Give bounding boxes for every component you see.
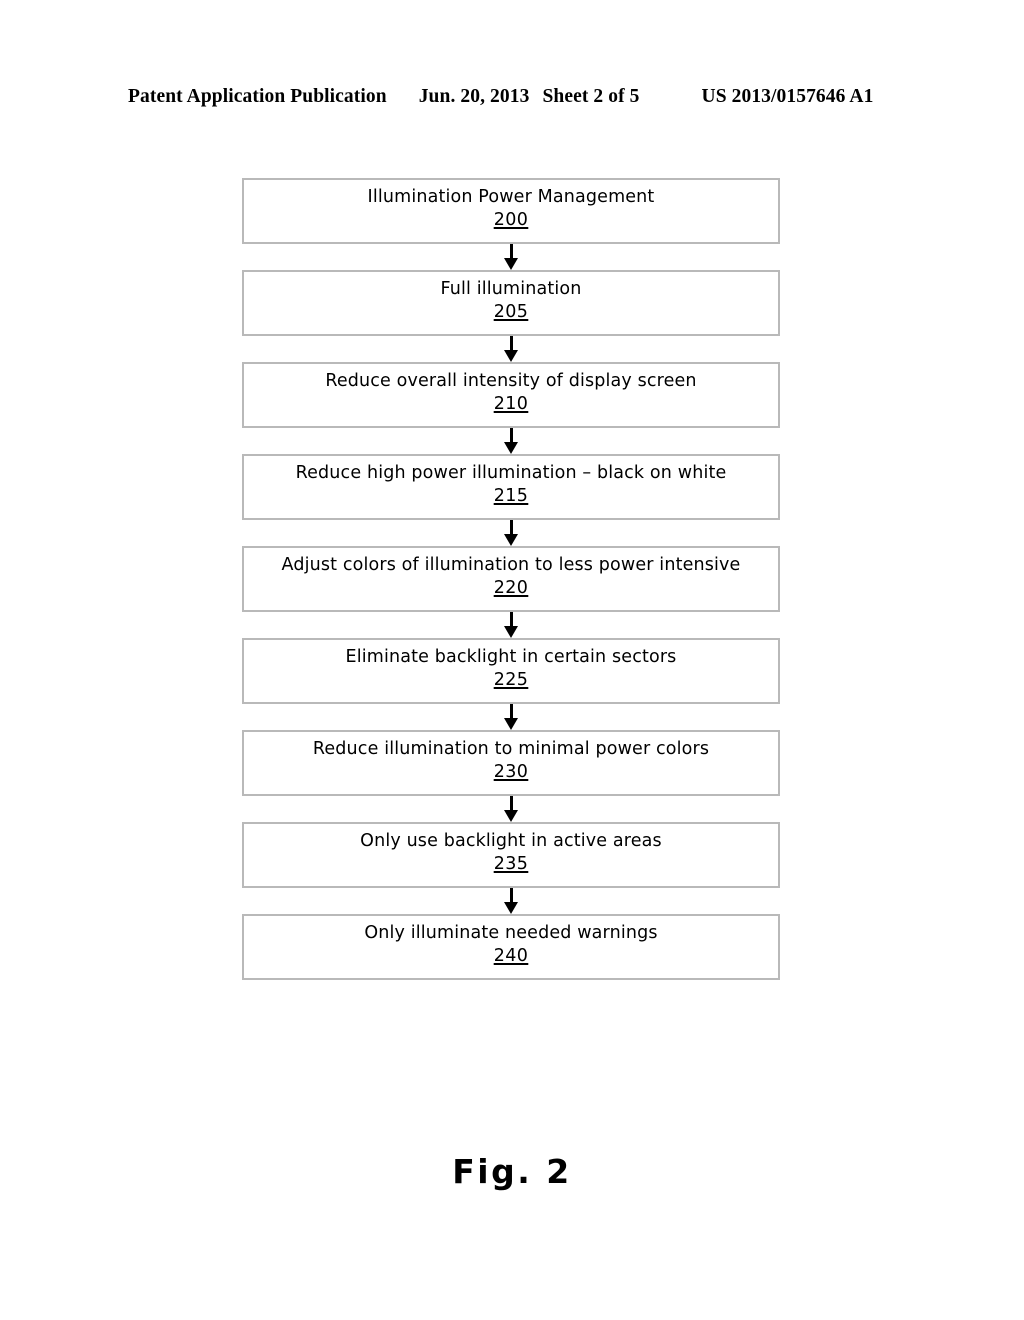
flowchart-step: Eliminate backlight in certain sectors 22… xyxy=(242,638,780,704)
flowchart-step: Illumination Power Management 200 xyxy=(242,178,780,244)
flowchart-node-label: Full illumination xyxy=(440,279,582,299)
flowchart-diagram: Illumination Power Management 200 Full ill… xyxy=(242,178,780,980)
flowchart-arrow-connector xyxy=(242,244,780,270)
arrow-down-icon xyxy=(504,626,518,638)
flowchart-step: Full illumination 205 xyxy=(242,270,780,336)
header-publication-title: Patent Application Publication xyxy=(128,86,387,107)
flowchart-arrow-connector xyxy=(242,796,780,822)
flowchart-node-label: Only use backlight in active areas xyxy=(360,831,662,851)
flowchart-node-label: Illumination Power Management xyxy=(367,187,655,207)
flowchart-step: Reduce illumination to minimal power col… xyxy=(242,730,780,796)
arrow-down-icon xyxy=(504,810,518,822)
flowchart-node-label: Adjust colors of illumination to less po… xyxy=(281,555,741,575)
flowchart-arrow-connector xyxy=(242,888,780,914)
flowchart-node-200: Illumination Power Management 200 xyxy=(242,178,780,244)
flowchart-node-reference-number: 210 xyxy=(493,394,529,414)
arrow-down-icon xyxy=(504,718,518,730)
flowchart-node-240: Only illuminate needed warnings 240 xyxy=(242,914,780,980)
flowchart-node-label: Reduce overall intensity of display scre… xyxy=(325,371,697,391)
flowchart-node-label: Only illuminate needed warnings xyxy=(364,923,658,943)
page-header: Patent Application Publication Jun. 20, … xyxy=(128,86,896,112)
flowchart-node-reference-number: 225 xyxy=(493,670,529,690)
arrow-down-icon xyxy=(504,902,518,914)
flowchart-node-reference-number: 230 xyxy=(493,762,529,782)
flowchart-node-210: Reduce overall intensity of display scre… xyxy=(242,362,780,428)
flowchart-node-235: Only use backlight in active areas 235 xyxy=(242,822,780,888)
flowchart-step: Adjust colors of illumination to less po… xyxy=(242,546,780,612)
flowchart-node-230: Reduce illumination to minimal power col… xyxy=(242,730,780,796)
flowchart-arrow-connector xyxy=(242,520,780,546)
arrow-down-icon xyxy=(504,350,518,362)
header-publication-date: Jun. 20, 2013 xyxy=(418,86,530,107)
flowchart-arrow-connector xyxy=(242,612,780,638)
flowchart-node-220: Adjust colors of illumination to less po… xyxy=(242,546,780,612)
flowchart-step: Reduce high power illumination – black o… xyxy=(242,454,780,520)
flowchart-step: Only use backlight in active areas 235 xyxy=(242,822,780,888)
flowchart-step: Reduce overall intensity of display scre… xyxy=(242,362,780,428)
flowchart-node-205: Full illumination 205 xyxy=(242,270,780,336)
flowchart-arrow-connector xyxy=(242,336,780,362)
flowchart-node-reference-number: 220 xyxy=(493,578,529,598)
flowchart-node-225: Eliminate backlight in certain sectors 22… xyxy=(242,638,780,704)
flowchart-node-reference-number: 240 xyxy=(493,946,529,966)
arrow-down-icon xyxy=(504,442,518,454)
flowchart-node-label: Reduce illumination to minimal power col… xyxy=(312,739,710,759)
header-document-number: US 2013/0157646 A1 xyxy=(701,86,874,107)
flowchart-node-label: Reduce high power illumination – black o… xyxy=(295,463,727,483)
flowchart-arrow-connector xyxy=(242,704,780,730)
arrow-down-icon xyxy=(504,258,518,270)
header-sheet-number: Sheet 2 of 5 xyxy=(542,86,640,107)
flowchart-node-215: Reduce high power illumination – black o… xyxy=(242,454,780,520)
flowchart-step: Only illuminate needed warnings 240 xyxy=(242,914,780,980)
flowchart-node-reference-number: 215 xyxy=(493,486,529,506)
flowchart-node-reference-number: 200 xyxy=(493,210,529,230)
arrow-down-icon xyxy=(504,534,518,546)
flowchart-arrow-connector xyxy=(242,428,780,454)
flowchart-node-label: Eliminate backlight in certain sectors xyxy=(345,647,677,667)
flowchart-node-reference-number: 205 xyxy=(493,302,529,322)
figure-caption: Fig. 2 xyxy=(452,1152,572,1191)
flowchart-node-reference-number: 235 xyxy=(493,854,529,874)
